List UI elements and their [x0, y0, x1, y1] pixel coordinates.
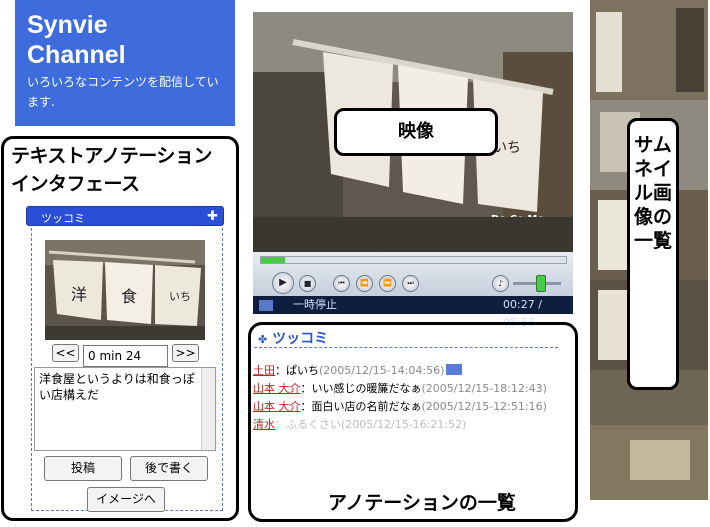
- image-icon[interactable]: [446, 364, 463, 375]
- annotation-user[interactable]: 清水: [253, 418, 275, 431]
- tsukkomi-icon: ✤: [258, 333, 268, 346]
- post-button[interactable]: 投稿: [44, 456, 122, 481]
- next-time-button[interactable]: >>: [172, 344, 199, 362]
- svg-text:食: 食: [121, 287, 137, 306]
- textarea-scrollbar[interactable]: [201, 368, 215, 450]
- tsukkomi-section-label: ツッコミ: [41, 212, 85, 225]
- annotation-item: 山本 大介：面白い店の名前だなぁ(2005/12/15-12:51:16): [253, 398, 553, 416]
- text-annotation-title-line1: テキストアノテーション: [11, 145, 212, 167]
- player-status-text: 一時停止: [293, 298, 337, 311]
- current-frame-thumbnail: 洋 食 いち: [45, 240, 205, 340]
- annotation-item: 山本 大介：いい感じの暖簾だなぁ(2005/12/15-18:12:43): [253, 380, 553, 398]
- channel-title-line1: Synvie: [27, 11, 108, 39]
- video-label: 映像: [334, 108, 498, 156]
- tsukkomi-section-bar[interactable]: ツッコミ ✚: [26, 206, 224, 226]
- volume-handle[interactable]: [536, 275, 546, 292]
- annotation-user[interactable]: 土田: [253, 364, 275, 377]
- annotation-time: (2005/12/15-18:12:43): [421, 382, 547, 395]
- skip-forward-icon[interactable]: ⏭: [402, 275, 419, 292]
- write-later-button[interactable]: 後で書く: [130, 456, 208, 481]
- play-icon[interactable]: ▶: [272, 272, 294, 294]
- annotation-list-divider: [254, 347, 558, 348]
- seek-progress: [261, 257, 285, 263]
- svg-text:いち: いち: [169, 290, 191, 303]
- pause-status-icon: [259, 300, 273, 311]
- previous-time-button[interactable]: <<: [52, 344, 79, 362]
- stop-icon[interactable]: ■: [299, 275, 316, 292]
- comment-text: 洋食屋というよりは和食っぽい店構えだ: [39, 372, 195, 402]
- annotation-list: 土田：ぱいち(2005/12/15-14:04:56) 山本 大介：いい感じの暖…: [253, 362, 553, 434]
- annotation-text: ：ぱいち: [275, 364, 319, 377]
- comment-textarea[interactable]: 洋食屋というよりは和食っぽい店構えだ: [34, 367, 216, 451]
- player-status-bar: 一時停止 00:27 / 05:33: [253, 296, 573, 329]
- thumbnail-list-label-box: サムネイル画像の一覧: [627, 118, 679, 390]
- thumbnail-list-label: サムネイル画像の一覧: [633, 134, 672, 252]
- annotation-item: 土田：ぱいち(2005/12/15-14:04:56): [253, 362, 553, 380]
- annotation-text: ：ふるくさい: [275, 418, 341, 431]
- time-position-field[interactable]: 0 min 24 sec.: [83, 345, 168, 377]
- annotation-user[interactable]: 山本 大介: [253, 382, 301, 395]
- plus-icon[interactable]: ✚: [207, 209, 218, 224]
- annotation-text: ：いい感じの暖簾だなぁ: [300, 382, 422, 395]
- rewind-icon[interactable]: ⏪: [356, 275, 373, 292]
- to-image-button[interactable]: イメージへ: [87, 487, 165, 512]
- annotation-list-label: アノテーションの一覧: [328, 492, 516, 514]
- channel-title-line2: Channel: [27, 41, 126, 69]
- annotation-list-header: ✤ ツッコミ: [258, 328, 328, 348]
- skip-back-icon[interactable]: ⏮: [333, 275, 350, 292]
- text-annotation-title-line2: インタフェース: [11, 173, 140, 195]
- fast-forward-icon[interactable]: ⏩: [379, 275, 396, 292]
- channel-subtitle: いろいろなコンテンツを配信しています.: [27, 75, 219, 109]
- seek-bar[interactable]: [260, 256, 567, 264]
- text-annotation-title: テキストアノテーション インタフェース: [11, 142, 236, 198]
- annotation-user[interactable]: 山本 大介: [253, 400, 301, 413]
- volume-icon[interactable]: ♪: [492, 275, 509, 292]
- svg-text:洋: 洋: [71, 285, 87, 304]
- annotation-time: (2005/12/15-12:51:16): [421, 400, 547, 413]
- annotation-text: ：面白い店の名前だなぁ: [300, 400, 422, 413]
- annotation-time: (2005/12/15-16:21:52): [341, 418, 467, 431]
- annotation-list-header-text: ツッコミ: [272, 331, 329, 347]
- annotation-time: (2005/12/15-14:04:56): [319, 364, 445, 377]
- channel-header: Synvie Channel いろいろなコンテンツを配信しています.: [15, 0, 235, 126]
- annotation-item: 清水：ふるくさい(2005/12/15-16:21:52): [253, 416, 553, 434]
